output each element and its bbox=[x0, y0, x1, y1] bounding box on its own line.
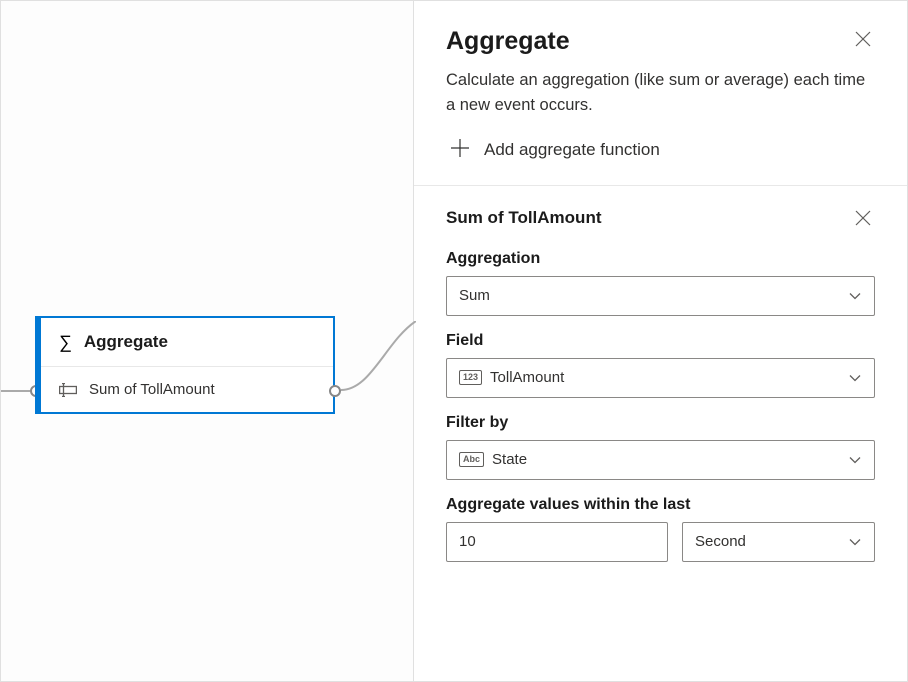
section-title: Sum of TollAmount bbox=[446, 208, 602, 228]
filter-by-select[interactable]: Abc State bbox=[446, 440, 875, 480]
close-panel-button[interactable] bbox=[851, 27, 875, 51]
aggregate-configuration-panel: Aggregate Calculate an aggregation (like… bbox=[414, 1, 907, 681]
field-value: TollAmount bbox=[490, 369, 564, 386]
aggregation-form-group: Aggregation Sum bbox=[446, 250, 875, 316]
panel-title: Aggregate bbox=[446, 27, 570, 56]
rename-icon bbox=[59, 383, 77, 397]
text-type-badge: Abc bbox=[459, 452, 484, 467]
chevron-down-icon bbox=[848, 535, 862, 549]
within-unit-select[interactable]: Second bbox=[682, 522, 875, 562]
node-item-label: Sum of TollAmount bbox=[89, 381, 215, 398]
node-item[interactable]: Sum of TollAmount bbox=[41, 367, 333, 412]
remove-aggregate-button[interactable] bbox=[851, 206, 875, 230]
aggregate-section: Sum of TollAmount Aggregation Sum bbox=[414, 186, 907, 578]
within-value-input[interactable] bbox=[446, 522, 668, 562]
plus-icon bbox=[450, 138, 470, 163]
canvas-area[interactable]: ∑ Aggregate Sum of TollAmount bbox=[1, 1, 414, 681]
chevron-down-icon bbox=[848, 371, 862, 385]
section-header: Sum of TollAmount bbox=[446, 206, 875, 230]
within-label: Aggregate values within the last bbox=[446, 496, 875, 514]
close-icon bbox=[855, 31, 871, 47]
within-unit-value: Second bbox=[695, 533, 746, 550]
aggregation-label: Aggregation bbox=[446, 250, 875, 268]
panel-header: Aggregate bbox=[414, 1, 907, 56]
panel-description: Calculate an aggregation (like sum or av… bbox=[414, 56, 907, 118]
aggregate-node-card[interactable]: ∑ Aggregate Sum of TollAmount bbox=[35, 316, 335, 414]
filter-by-label: Filter by bbox=[446, 414, 875, 432]
add-aggregate-function-button[interactable]: Add aggregate function bbox=[414, 118, 907, 186]
aggregation-value: Sum bbox=[459, 287, 490, 304]
connector-line-out bbox=[341, 321, 416, 396]
chevron-down-icon bbox=[848, 453, 862, 467]
numeric-type-badge: 123 bbox=[459, 370, 482, 385]
add-aggregate-label: Add aggregate function bbox=[484, 140, 660, 160]
aggregation-select[interactable]: Sum bbox=[446, 276, 875, 316]
chevron-down-icon bbox=[848, 289, 862, 303]
filter-by-form-group: Filter by Abc State bbox=[446, 414, 875, 480]
node-header: ∑ Aggregate bbox=[41, 318, 333, 367]
field-label: Field bbox=[446, 332, 875, 350]
close-icon bbox=[855, 210, 871, 226]
output-port[interactable] bbox=[329, 385, 341, 397]
connector-line-in bbox=[1, 390, 30, 392]
node-title: Aggregate bbox=[84, 332, 168, 352]
filter-by-value: State bbox=[492, 451, 527, 468]
field-form-group: Field 123 TollAmount bbox=[446, 332, 875, 398]
within-form-group: Aggregate values within the last Second bbox=[446, 496, 875, 562]
sigma-icon: ∑ bbox=[59, 333, 72, 351]
field-select[interactable]: 123 TollAmount bbox=[446, 358, 875, 398]
